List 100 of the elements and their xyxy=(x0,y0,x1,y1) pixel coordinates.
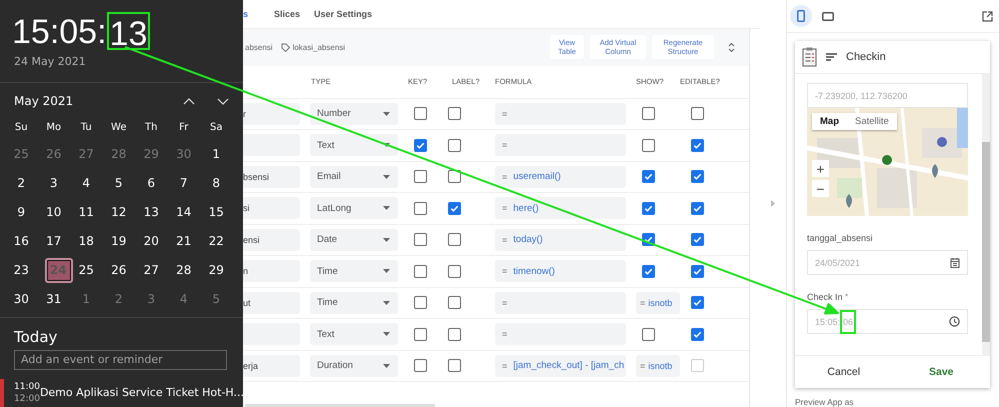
tab[interactable]: Slices xyxy=(274,8,314,19)
checkbox[interactable] xyxy=(414,359,426,372)
formula-field[interactable]: = xyxy=(495,292,626,314)
column-name-field[interactable] xyxy=(243,134,300,156)
checkbox[interactable] xyxy=(691,202,704,215)
calendar-day[interactable]: 18 xyxy=(72,228,100,254)
checkbox[interactable] xyxy=(642,328,655,341)
calendar-day[interactable]: 13 xyxy=(137,200,166,225)
checkbox[interactable] xyxy=(414,138,426,152)
type-dropdown[interactable]: Number xyxy=(310,102,398,125)
checkbox[interactable] xyxy=(414,233,426,246)
checkbox[interactable] xyxy=(691,233,704,246)
calendar-day[interactable]: 9 xyxy=(7,200,36,225)
checkbox[interactable] xyxy=(448,264,461,278)
checkbox[interactable] xyxy=(448,296,461,310)
open-external-icon[interactable] xyxy=(982,10,993,22)
calendar-day[interactable]: 16 xyxy=(7,228,36,254)
checkbox[interactable] xyxy=(448,202,461,215)
expand-collapse-icon[interactable] xyxy=(728,42,735,52)
checkbox[interactable] xyxy=(414,107,426,120)
calendar-day[interactable]: 10 xyxy=(40,200,68,225)
checkbox[interactable] xyxy=(414,264,426,278)
expand-handle-icon[interactable] xyxy=(771,200,775,207)
calendar-day[interactable]: 27 xyxy=(137,258,166,283)
formula-field[interactable]: = xyxy=(495,134,626,156)
type-dropdown[interactable]: Text xyxy=(310,323,398,346)
formula-field[interactable]: = useremail() xyxy=(495,166,626,188)
checkbox[interactable] xyxy=(642,264,655,278)
checkbox[interactable] xyxy=(691,296,704,310)
zoom-out-button[interactable]: − xyxy=(812,180,829,197)
checkbox[interactable] xyxy=(448,107,461,120)
calendar-day[interactable]: 19 xyxy=(104,228,133,254)
column-name-field[interactable] xyxy=(243,323,300,346)
cancel-button[interactable]: Cancel xyxy=(795,356,892,388)
checkbox[interactable] xyxy=(448,233,461,246)
zoom-in-button[interactable]: + xyxy=(812,160,829,177)
calendar-day[interactable]: 3 xyxy=(40,170,68,196)
formula-field[interactable]: = today() xyxy=(495,228,626,251)
calendar-day[interactable]: 11 xyxy=(72,200,100,225)
calendar-day[interactable]: 8 xyxy=(202,170,230,196)
save-button[interactable]: Save xyxy=(892,356,990,388)
formula-field[interactable]: = xyxy=(495,102,626,125)
calendar-day[interactable]: 29 xyxy=(202,258,230,283)
phone-view-button[interactable] xyxy=(790,5,812,27)
calendar-day[interactable]: 12 xyxy=(104,200,133,225)
checkbox[interactable] xyxy=(414,202,426,215)
checkbox[interactable] xyxy=(691,138,704,152)
tab[interactable]: s xyxy=(243,8,262,19)
checkbox[interactable] xyxy=(448,359,461,372)
column-name-field[interactable]: r xyxy=(243,102,300,125)
event-input[interactable]: Add an event or reminder xyxy=(14,350,227,370)
checkbox[interactable] xyxy=(691,264,704,278)
calendar-day[interactable]: 21 xyxy=(170,228,198,254)
calendar-day[interactable]: 15 xyxy=(202,200,230,225)
type-dropdown[interactable]: LatLong xyxy=(310,197,398,220)
scrollbar[interactable] xyxy=(245,404,435,407)
checkbox[interactable] xyxy=(414,328,426,341)
checkbox[interactable] xyxy=(642,138,655,152)
column-name-field[interactable]: si xyxy=(243,197,300,220)
show-formula-field[interactable]: = isnotb xyxy=(636,292,680,314)
type-dropdown[interactable]: Duration xyxy=(310,354,398,377)
calendar-day[interactable]: 4 xyxy=(72,170,100,196)
checkbox[interactable] xyxy=(642,170,655,184)
calendar-day[interactable]: 23 xyxy=(7,258,36,283)
formula-field[interactable]: = here() xyxy=(495,197,626,220)
show-formula-field[interactable]: = isnotb xyxy=(636,354,680,377)
calendar-day[interactable]: 20 xyxy=(137,228,166,254)
type-dropdown[interactable]: Date xyxy=(310,228,398,251)
column-name-field[interactable]: n xyxy=(243,260,300,282)
checkbox[interactable] xyxy=(691,107,704,120)
calendar-day[interactable]: 6 xyxy=(137,170,166,196)
checkbox[interactable] xyxy=(642,107,655,120)
checkbox[interactable] xyxy=(448,138,461,152)
column-name-field[interactable]: ut xyxy=(243,292,300,314)
column-name-field[interactable]: bsensi xyxy=(243,166,300,188)
calendar-day[interactable]: 2 xyxy=(7,170,36,196)
type-dropdown[interactable]: Email xyxy=(310,166,398,188)
checkbox[interactable] xyxy=(448,328,461,341)
formula-field[interactable]: = timenow() xyxy=(495,260,626,282)
checkbox[interactable] xyxy=(691,328,704,341)
calendar-day[interactable]: 28 xyxy=(170,258,198,283)
formula-field[interactable]: = [jam_check_out] - [jam_ch xyxy=(495,354,626,377)
calendar-day[interactable]: 14 xyxy=(170,200,198,225)
checkbox[interactable] xyxy=(414,170,426,184)
calendar-day[interactable]: 22 xyxy=(202,228,230,254)
scrollbar[interactable] xyxy=(982,74,990,355)
calendar-day[interactable]: 1 xyxy=(202,142,230,167)
type-dropdown[interactable]: Time xyxy=(310,260,398,282)
next-month-icon[interactable] xyxy=(217,98,229,105)
calendar-day[interactable]: 25 xyxy=(72,258,100,283)
type-dropdown[interactable]: Time xyxy=(310,292,398,314)
calendar-day[interactable]: 30 xyxy=(7,286,36,312)
map-type-button[interactable]: Satellite xyxy=(847,113,897,130)
calendar-day[interactable]: 26 xyxy=(104,258,133,283)
calendar-day[interactable]: 17 xyxy=(40,228,68,254)
checkbox[interactable] xyxy=(414,296,426,310)
calendar-day[interactable]: 31 xyxy=(40,286,68,312)
column-name-field[interactable]: ensi xyxy=(243,228,300,251)
map-type-button[interactable]: Map xyxy=(812,113,847,130)
type-dropdown[interactable]: Text xyxy=(310,134,398,156)
